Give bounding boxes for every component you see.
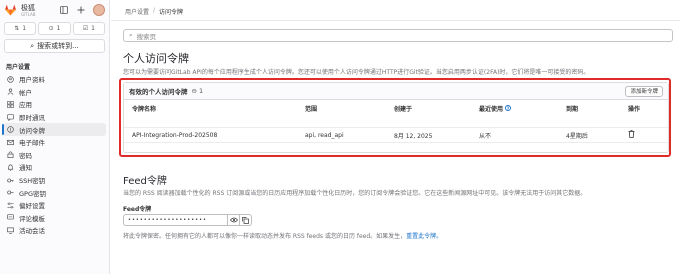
todo-icon: ☑: [82, 25, 89, 32]
token-count: ⊖ 1: [191, 87, 204, 95]
feed-token-description: 当您的 RSS 阅读器加载个性化的 RSS 订阅源或当您的日历应用程序加载个性化…: [123, 190, 587, 197]
sidebar-item-password[interactable]: 密码: [0, 149, 109, 162]
trash-icon: [628, 130, 635, 138]
merge-requests-count[interactable]: ⇅ 1: [4, 22, 37, 35]
col-actions: 操作: [628, 105, 641, 113]
sidebar-item-preferences[interactable]: 偏好设置: [0, 199, 109, 212]
reveal-token-button[interactable]: [228, 214, 240, 226]
key-icon: [6, 176, 14, 184]
issues-icon: ⊙: [48, 25, 54, 32]
col-scopes: 范围: [305, 105, 318, 113]
user-icon: [6, 75, 14, 83]
breadcrumb: 用户设置 / 访问令牌: [125, 7, 183, 16]
gpg-key-icon: [6, 189, 14, 197]
merge-request-icon: ⇅: [14, 25, 20, 32]
search-icon: ⌕: [129, 31, 133, 39]
sidebar-item-access-tokens[interactable]: 访问令牌: [2, 123, 106, 136]
counts-bar: ⇅ 1 ⊙ 1 ☑ 1: [4, 22, 105, 35]
card-header: 有效的个人访问令牌 ⊖ 1 添加新令牌: [124, 83, 668, 100]
eye-icon: [229, 217, 238, 223]
token-last-used: 从不: [479, 132, 492, 140]
token-icon: ⊖: [191, 87, 197, 95]
sidebar-header: 极狐 GITLAB: [0, 0, 109, 20]
feed-token-field-group: ••••••••••••••••••••: [123, 214, 252, 226]
sidebar-item-profile[interactable]: 用户资料: [0, 73, 109, 86]
feed-token-input[interactable]: ••••••••••••••••••••: [123, 214, 228, 226]
feed-token-title: Feed令牌: [123, 176, 167, 187]
table-row: API-Integration-Prod-202508 api, read_ap…: [124, 127, 668, 143]
col-last-used: 最近使用 ?: [479, 105, 512, 113]
sidebar-item-active-sessions[interactable]: 活动会话: [0, 224, 109, 237]
pat-description: 您可以为需要访问GitLab API的每个应用程序生成个人访问令牌。您还可以使用…: [123, 69, 590, 76]
applications-icon: [6, 100, 14, 108]
search-icon: ⌕: [30, 41, 35, 50]
copy-icon: [242, 216, 249, 224]
search-or-goto-button[interactable]: ⌕ 搜索或转到...: [4, 39, 105, 53]
active-tokens-card: 有效的个人访问令牌 ⊖ 1 添加新令牌 令牌名称 范围 创建于 最近使用 ? 到…: [123, 82, 669, 153]
token-created: 8月 12, 2025: [394, 132, 433, 140]
sidebar: 极狐 GITLAB ⇅ 1 ⊙ 1 ☑ 1 ⌕ 搜索或转到... 用户设置 用户…: [0, 0, 110, 274]
sessions-icon: [6, 226, 14, 234]
col-token-name: 令牌名称: [132, 105, 157, 113]
gitlab-logo-icon[interactable]: [4, 4, 17, 16]
main-content: 用户设置 / 访问令牌 ⌕ 搜索页 个人访问令牌 您可以为需要访问GitLab …: [111, 0, 680, 274]
revoke-token-button[interactable]: [628, 130, 635, 140]
preferences-icon: [6, 201, 14, 209]
user-avatar[interactable]: [93, 4, 105, 16]
card-title: 有效的个人访问令牌: [129, 88, 188, 96]
search-placeholder: 搜索页: [136, 32, 157, 41]
feed-token-label: Feed令牌: [123, 206, 152, 213]
reset-token-link[interactable]: 重置此令牌。: [406, 233, 442, 240]
sidebar-item-account[interactable]: 帐户: [0, 86, 109, 99]
col-expires: 到期: [566, 105, 579, 113]
breadcrumb-separator: /: [153, 7, 156, 14]
email-icon: [6, 138, 14, 146]
sidebar-item-comment-templates[interactable]: 评论模板: [0, 212, 109, 225]
feed-token-help: 将此令牌保密。任何拥有它的人都可以像你一样读取动态并发布 RSS feeds 或…: [123, 233, 443, 240]
account-icon: [6, 88, 14, 96]
copy-token-button[interactable]: [240, 214, 252, 226]
comment-template-icon: [6, 214, 14, 222]
breadcrumb-parent[interactable]: 用户设置: [125, 7, 149, 16]
sidebar-item-ssh-keys[interactable]: SSH密钥: [0, 174, 109, 187]
header-divider: [111, 20, 680, 21]
settings-search-input[interactable]: ⌕ 搜索页: [123, 29, 673, 42]
add-new-token-button[interactable]: 添加新令牌: [625, 85, 663, 97]
sidebar-item-gpg-keys[interactable]: GPG密钥: [0, 186, 109, 199]
token-name: API-Integration-Prod-202508: [132, 131, 218, 139]
sidebar-nav: 用户资料 帐户 应用 即时通讯 访问令牌 电子邮件 密码 通知 SSH密钥 GP…: [0, 73, 109, 237]
chat-icon: [6, 113, 14, 121]
token-expires: 4星期后: [566, 132, 588, 140]
sidebar-toggle-icon[interactable]: [59, 5, 69, 15]
breadcrumb-current[interactable]: 访问令牌: [159, 7, 183, 16]
sidebar-item-chat[interactable]: 即时通讯: [0, 111, 109, 124]
brand-name: 极狐 GITLAB: [21, 4, 36, 18]
col-created: 创建于: [394, 105, 413, 113]
sidebar-item-emails[interactable]: 电子邮件: [0, 136, 109, 149]
question-icon[interactable]: ?: [505, 105, 512, 111]
sidebar-item-notifications[interactable]: 通知: [0, 161, 109, 174]
plus-icon[interactable]: [76, 5, 86, 15]
sidebar-item-applications[interactable]: 应用: [0, 98, 109, 111]
sidebar-section-title: 用户设置: [6, 64, 31, 71]
lock-icon: [6, 151, 14, 159]
token-icon: [6, 126, 14, 134]
token-scopes: api, read_api: [305, 131, 344, 139]
notifications-icon: [6, 163, 14, 171]
issues-count[interactable]: ⊙ 1: [38, 22, 71, 35]
pat-title: 个人访问令牌: [123, 52, 189, 65]
todos-count[interactable]: ☑ 1: [72, 22, 105, 35]
